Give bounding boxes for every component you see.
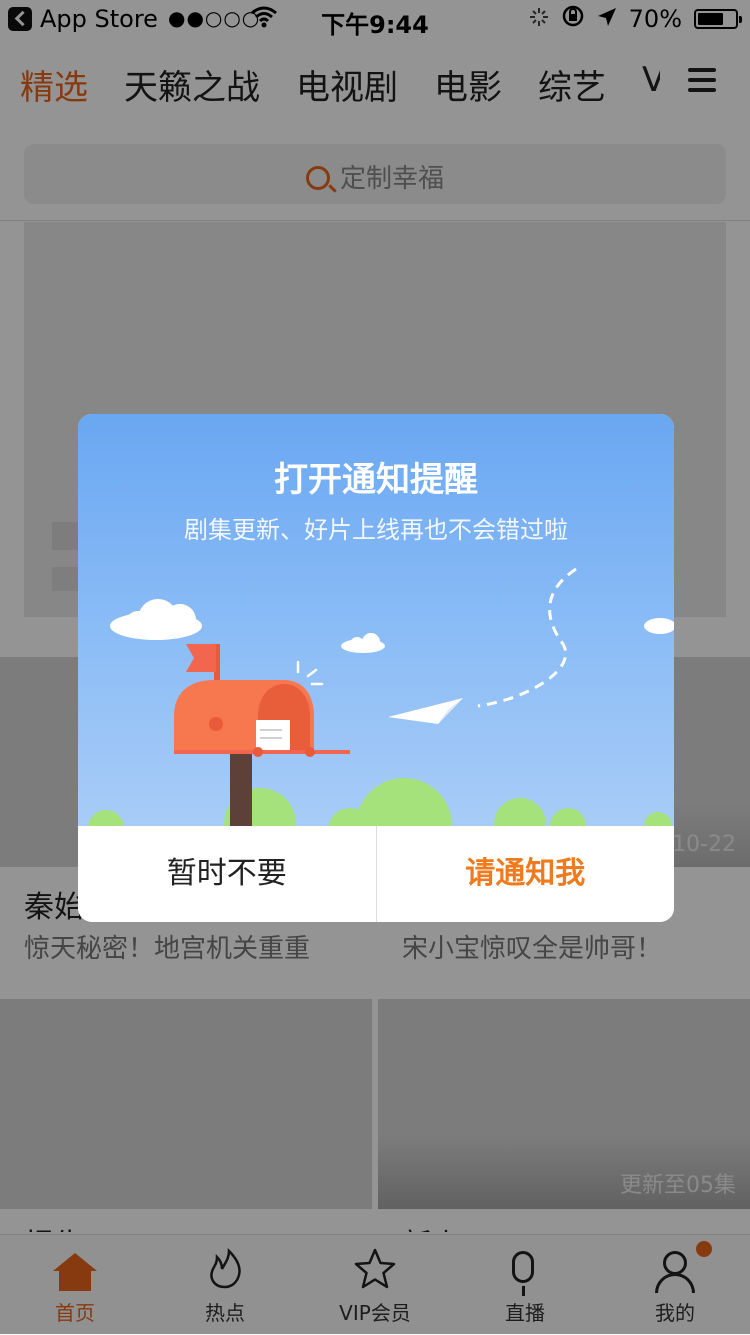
dialog-subtitle: 剧集更新、好片上线再也不会错过啦 — [184, 516, 568, 544]
notification-permission-dialog: 打开通知提醒 剧集更新、好片上线再也不会错过啦 暂时不要 请通知我 — [78, 414, 674, 922]
not-now-button[interactable]: 暂时不要 — [78, 826, 377, 922]
dialog-illustration: 打开通知提醒 剧集更新、好片上线再也不会错过啦 — [78, 414, 674, 826]
dialog-title: 打开通知提醒 — [274, 460, 478, 500]
dialog-actions: 暂时不要 请通知我 — [78, 826, 674, 922]
notify-me-button[interactable]: 请通知我 — [377, 826, 675, 922]
